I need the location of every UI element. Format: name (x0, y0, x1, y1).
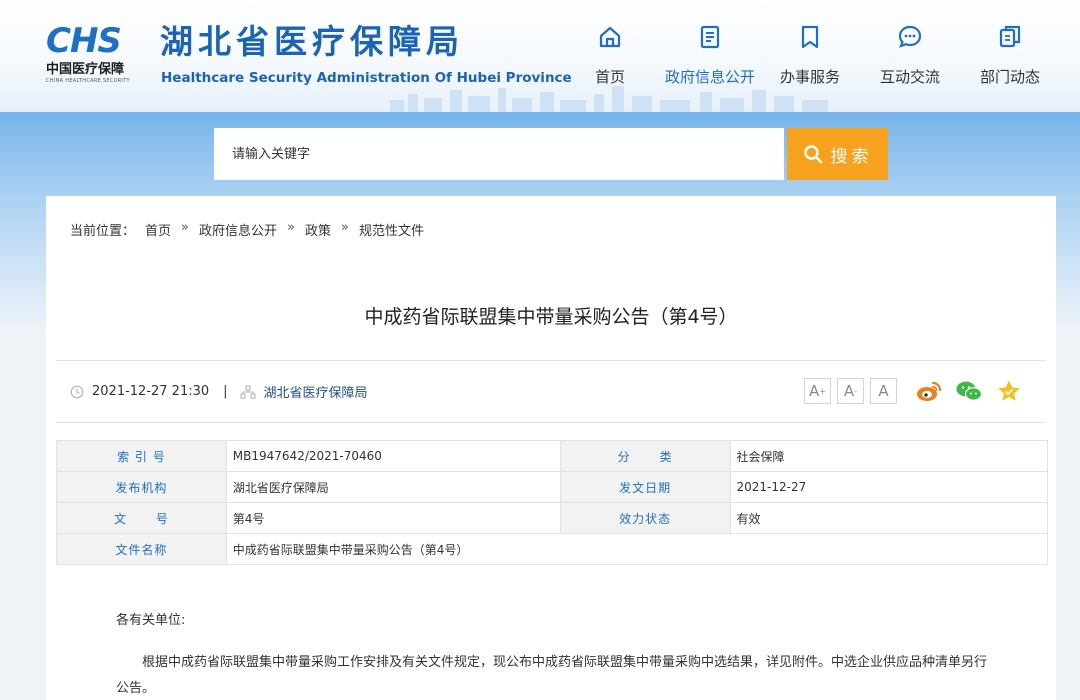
table-row: 索 引 号 MB1947642/2021-70460 分 类 社会保障 (56, 440, 1049, 472)
document-icon (700, 25, 720, 49)
article-tools: A + A- A (804, 378, 1023, 404)
nav-home[interactable]: 首页 (560, 22, 660, 92)
star-icon (998, 380, 1020, 401)
publisher-label: 发布机构 (56, 471, 227, 503)
nav-services[interactable]: 办事服务 (760, 22, 860, 92)
search-button-label: 搜索 (830, 146, 873, 167)
breadcrumb-home[interactable]: 首页 (145, 220, 171, 239)
site-title-english: Healthcare Security Administration Of Hu… (161, 70, 572, 86)
share-weibo-button[interactable] (915, 378, 943, 404)
validity-status-value: 有效 (729, 502, 1049, 534)
document-name-value: 中成药省际联盟集中带量采购公告（第4号） (225, 533, 1049, 565)
breadcrumb-separator: » (341, 220, 349, 235)
body-paragraph: 根据中成药省际联盟集中带量采购工作安排及有关文件规定，现公布中成药省际联盟集中带… (116, 655, 988, 696)
font-size-decrease-button[interactable]: A- (837, 378, 864, 404)
nav-label-interaction: 互动交流 (879, 68, 940, 86)
index-number-label: 索 引 号 (56, 440, 227, 472)
home-icon (599, 26, 621, 48)
category-value: 社会保障 (729, 440, 1049, 472)
article-source: 湖北省医疗保障局 (263, 386, 368, 401)
nav-label-services: 办事服务 (779, 68, 840, 86)
article-body: 各有关单位: 根据中成药省际联盟集中带量采购工作安排及有关文件规定，现公布中成药… (116, 608, 996, 700)
pages-icon (999, 25, 1021, 48)
logo-chinese-text: 中国医疗保障 (46, 62, 125, 77)
breadcrumb-normative-docs[interactable]: 规范性文件 (359, 220, 424, 239)
clock-icon (70, 385, 84, 398)
font-size-reset-button[interactable]: A (870, 378, 897, 404)
organization-icon (239, 384, 256, 399)
breadcrumb-separator: » (287, 220, 295, 235)
content-card: 当前位置： 首页 » 政府信息公开 » 政策 » 规范性文件 中成药省际联盟集中… (46, 196, 1056, 700)
nav-label-home: 首页 (594, 68, 625, 86)
document-info-table: 索 引 号 MB1947642/2021-70460 分 类 社会保障 发布机构… (56, 440, 1049, 565)
document-name-label: 文件名称 (56, 533, 227, 565)
meta-divider (56, 422, 1046, 423)
wechat-icon (956, 381, 983, 401)
publish-datetime: 2021-12-27 21:30 (92, 384, 210, 399)
breadcrumb-gov-info[interactable]: 政府信息公开 (199, 220, 277, 239)
breadcrumb-separator: » (181, 220, 189, 235)
search-button[interactable]: 搜索 (787, 128, 888, 180)
logo-mark: CHS (46, 21, 122, 61)
category-label: 分 类 (559, 440, 731, 472)
document-number-label: 文 号 (56, 502, 227, 534)
font-medium-sup: - (854, 386, 858, 396)
font-medium-glyph: A (843, 382, 855, 400)
nav-gov-info[interactable]: 政府信息公开 (660, 22, 760, 92)
nav-department-news[interactable]: 部门动态 (960, 22, 1060, 92)
table-row: 文件名称 中成药省际联盟集中带量采购公告（第4号） (56, 533, 1049, 565)
table-row: 文 号 第4号 效力状态 有效 (56, 502, 1049, 534)
salutation: 各有关单位: (116, 613, 186, 628)
chat-icon (898, 25, 922, 48)
bookmark-icon (801, 25, 819, 49)
article-meta: 2021-12-27 21:30 | 湖北省医疗保障局 (70, 382, 368, 401)
search-input[interactable] (214, 128, 784, 180)
font-small-glyph: A (878, 382, 889, 400)
site-header: CHS 中国医疗保障 CHINA HEALTHCARE SECURITY 湖北省… (0, 0, 1080, 112)
issue-date-label: 发文日期 (559, 471, 731, 503)
nav-interaction[interactable]: 互动交流 (860, 22, 960, 92)
article-title: 中成药省际联盟集中带量采购公告（第4号） (364, 306, 738, 328)
index-number-value: MB1947642/2021-70460 (225, 440, 561, 472)
chs-logo[interactable]: CHS 中国医疗保障 CHINA HEALTHCARE SECURITY (46, 24, 146, 86)
breadcrumb-prefix: 当前位置： (70, 224, 136, 239)
publisher-value: 湖北省医疗保障局 (225, 471, 561, 503)
breadcrumb: 当前位置： 首页 » 政府信息公开 » 政策 » 规范性文件 (70, 220, 434, 239)
main-nav: 首页 政府信息公开 办事服务 互动交流 部门动态 (560, 22, 1060, 92)
weibo-icon (917, 381, 942, 401)
validity-status-label: 效力状态 (559, 502, 731, 534)
nav-label-department-news: 部门动态 (979, 68, 1040, 86)
document-number-value: 第4号 (225, 502, 561, 534)
nav-label-gov-info: 政府信息公开 (664, 68, 755, 86)
meta-separator: | (223, 384, 228, 399)
favorite-button[interactable] (995, 378, 1023, 404)
font-large-sup: + (819, 386, 826, 396)
share-wechat-button[interactable] (955, 378, 983, 404)
logo-english-text: CHINA HEALTHCARE SECURITY (46, 78, 130, 84)
font-size-increase-button[interactable]: A + (804, 378, 831, 404)
title-divider (56, 360, 1046, 361)
table-row: 发布机构 湖北省医疗保障局 发文日期 2021-12-27 (56, 471, 1049, 503)
breadcrumb-policy[interactable]: 政策 (305, 220, 331, 239)
search-icon (803, 145, 822, 164)
site-title-chinese: 湖北省医疗保障局 (160, 22, 464, 61)
font-large-glyph: A (809, 382, 820, 400)
issue-date-value: 2021-12-27 (729, 471, 1049, 503)
